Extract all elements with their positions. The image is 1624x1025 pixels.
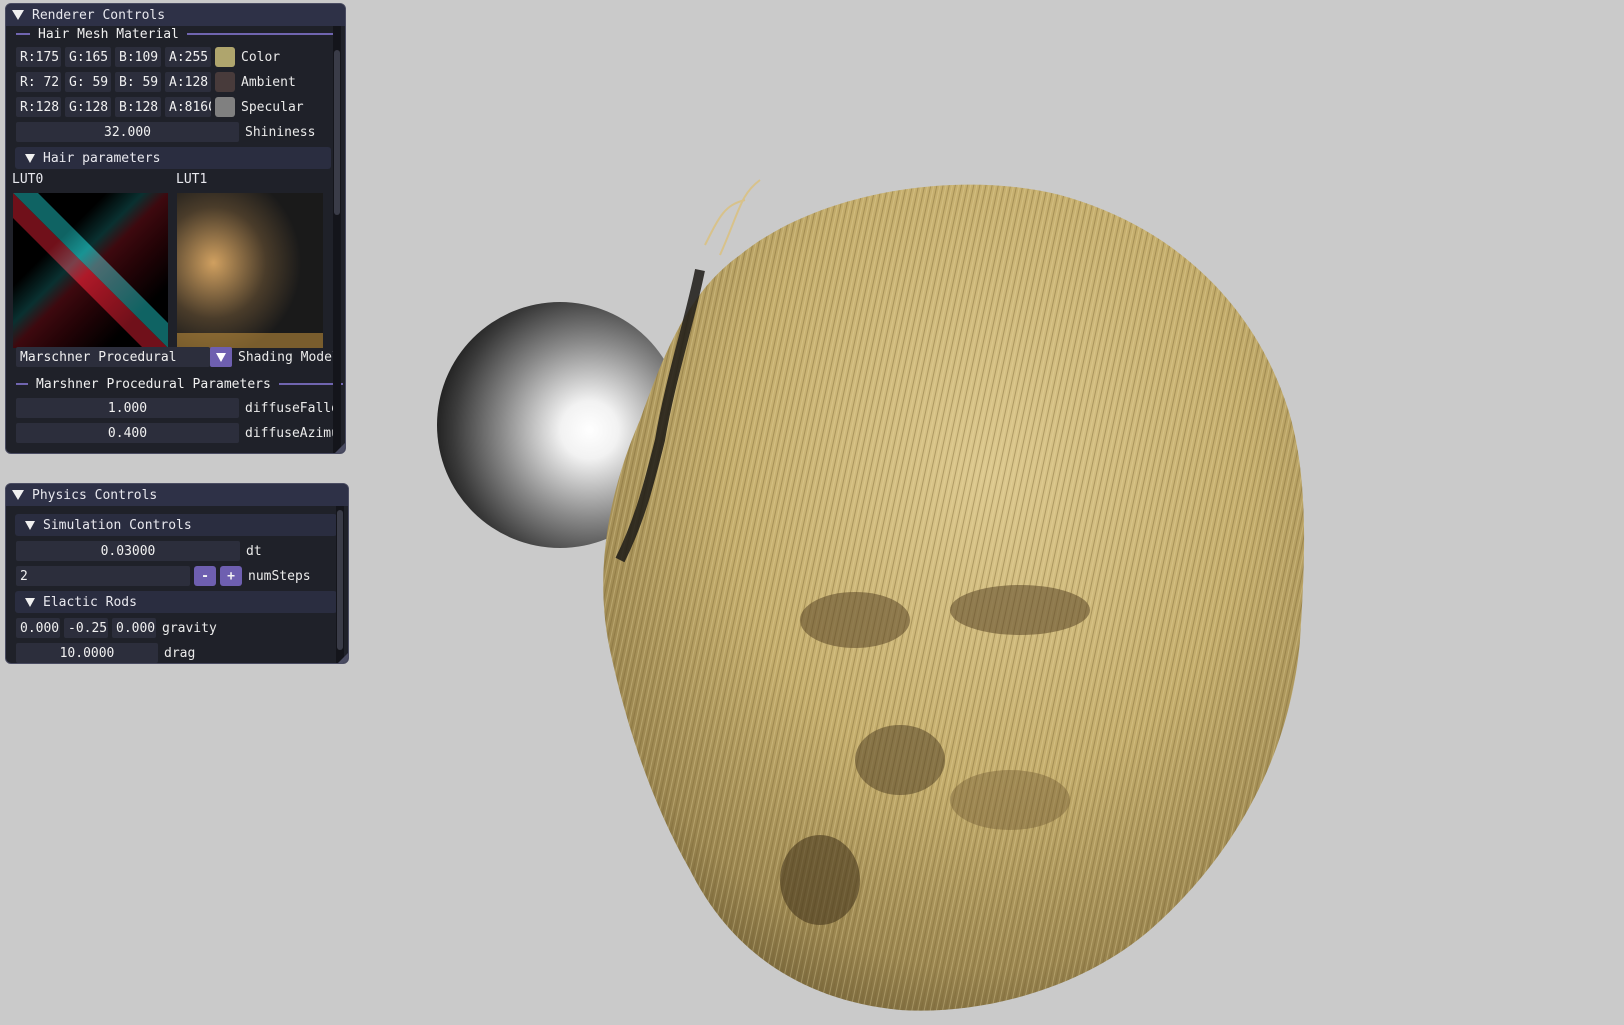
drag-label: drag <box>164 645 196 661</box>
num-steps-input[interactable]: 2 <box>16 566 190 586</box>
specular-label: Specular <box>241 99 304 115</box>
lut1-label: LUT1 <box>176 172 208 187</box>
dt-label: dt <box>246 543 262 559</box>
color-a-input[interactable]: A:255 <box>165 47 211 67</box>
diffuse-falloff-label: diffuseFalloff <box>245 400 335 416</box>
num-steps-row: 2 - + numSteps <box>16 565 311 587</box>
renderer-scrollbar-thumb[interactable] <box>334 50 340 215</box>
color-g-input[interactable]: G:165 <box>65 47 111 67</box>
renderer-controls-title: Renderer Controls <box>32 7 166 23</box>
lut1-texture <box>177 193 323 348</box>
specular-row: R:128 G:128 B:128 A:8160 Specular <box>16 96 304 118</box>
ambient-a-input[interactable]: A:128 <box>165 72 211 92</box>
specular-swatch[interactable] <box>215 97 235 117</box>
collapse-triangle-icon[interactable] <box>12 490 24 500</box>
specular-r-input[interactable]: R:128 <box>16 97 61 117</box>
specular-a-input[interactable]: A:8160 <box>165 97 211 117</box>
physics-controls-title: Physics Controls <box>32 487 158 503</box>
gravity-row: 0.000 -0.250 0.000 gravity <box>16 617 217 639</box>
color-swatch[interactable] <box>215 47 235 67</box>
ambient-label: Ambient <box>241 74 296 90</box>
physics-scrollbar-thumb[interactable] <box>337 510 343 650</box>
shading-model-label: Shading Model <box>238 349 340 365</box>
ambient-row: R: 72 G: 59 B: 59 A:128 Ambient <box>16 71 296 93</box>
gravity-label: gravity <box>162 620 217 636</box>
specular-g-input[interactable]: G:128 <box>65 97 111 117</box>
marschner-params-title: Marshner Procedural Parameters <box>36 376 271 392</box>
increment-button[interactable]: + <box>220 566 242 586</box>
specular-b-input[interactable]: B:128 <box>115 97 161 117</box>
renderer-controls-window[interactable]: Renderer Controls Hair Mesh Material R:1… <box>5 3 346 454</box>
dt-slider[interactable]: 0.03000 <box>16 541 240 561</box>
elastic-rods-header[interactable]: Elactic Rods <box>15 591 337 613</box>
diffuse-azimuth-row: 0.400 diffuseAzimuth <box>16 422 335 444</box>
ambient-r-input[interactable]: R: 72 <box>16 72 61 92</box>
gravity-y-input[interactable]: -0.250 <box>64 618 108 638</box>
color-r-input[interactable]: R:175 <box>16 47 61 67</box>
chevron-down-icon[interactable] <box>210 347 232 367</box>
gravity-x-input[interactable]: 0.000 <box>16 618 60 638</box>
marschner-params-separator: Marshner Procedural Parameters <box>16 375 343 393</box>
drag-row: 10.0000 drag <box>16 642 196 663</box>
renderer-controls-titlebar[interactable]: Renderer Controls <box>6 4 345 26</box>
physics-controls-titlebar[interactable]: Physics Controls <box>6 484 348 506</box>
hair-mesh-material-title: Hair Mesh Material <box>38 26 179 42</box>
diffuse-azimuth-slider[interactable]: 0.400 <box>16 423 239 443</box>
hair-mesh <box>603 179 1305 1011</box>
diffuse-falloff-slider[interactable]: 1.000 <box>16 398 239 418</box>
lut0-label: LUT0 <box>12 172 44 187</box>
shading-model-dropdown[interactable]: Marschner Procedural <box>16 347 210 367</box>
hair-parameters-header[interactable]: Hair parameters <box>15 147 331 169</box>
collapse-triangle-icon[interactable] <box>25 520 35 530</box>
renderer-scrollbar[interactable] <box>333 26 341 453</box>
diffuse-falloff-row: 1.000 diffuseFalloff <box>16 397 335 419</box>
hair-parameters-title: Hair parameters <box>43 150 161 166</box>
shininess-label: Shininess <box>245 124 316 140</box>
simulation-controls-header[interactable]: Simulation Controls <box>15 514 337 536</box>
collapse-triangle-icon[interactable] <box>25 153 35 163</box>
physics-controls-window[interactable]: Physics Controls Simulation Controls 0.0… <box>5 483 349 664</box>
drag-slider[interactable]: 10.0000 <box>16 643 158 663</box>
shading-model-row: Marschner Procedural Shading Model <box>16 346 340 368</box>
num-steps-label: numSteps <box>248 568 311 584</box>
shininess-row: 32.000 Shininess <box>16 121 315 143</box>
color-label: Color <box>241 49 281 65</box>
gravity-z-input[interactable]: 0.000 <box>112 618 156 638</box>
ambient-swatch[interactable] <box>215 72 235 92</box>
collapse-triangle-icon[interactable] <box>25 597 35 607</box>
color-row: R:175 G:165 B:109 A:255 Color <box>16 46 280 68</box>
lut0-texture <box>13 193 168 348</box>
resize-grip-icon[interactable] <box>338 653 348 663</box>
ambient-g-input[interactable]: G: 59 <box>65 72 111 92</box>
simulation-controls-title: Simulation Controls <box>43 517 192 533</box>
shininess-slider[interactable]: 32.000 <box>16 122 239 142</box>
color-b-input[interactable]: B:109 <box>115 47 161 67</box>
decrement-button[interactable]: - <box>194 566 216 586</box>
physics-scrollbar[interactable] <box>336 506 344 663</box>
ambient-b-input[interactable]: B: 59 <box>115 72 161 92</box>
diffuse-azimuth-label: diffuseAzimuth <box>245 425 335 441</box>
dt-row: 0.03000 dt <box>16 540 262 562</box>
elastic-rods-title: Elactic Rods <box>43 594 137 610</box>
collapse-triangle-icon[interactable] <box>12 10 24 20</box>
hair-mesh-material-separator: Hair Mesh Material <box>16 25 339 43</box>
resize-grip-icon[interactable] <box>335 443 345 453</box>
